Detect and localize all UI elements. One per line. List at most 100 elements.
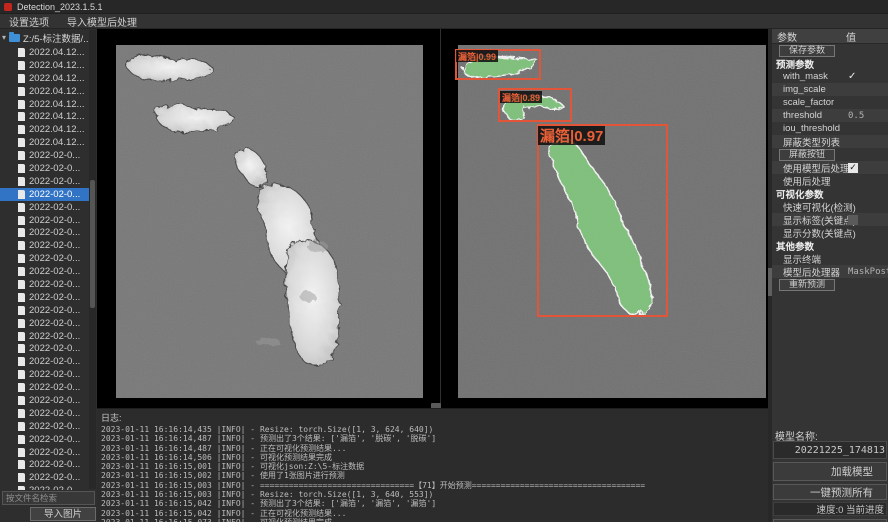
log-panel[interactable]: 日志: 2023-01-11 16:16:14,435 |INFO| - Res… — [97, 408, 768, 522]
tree-item[interactable]: 2022-02-0... — [0, 252, 89, 265]
search-input[interactable] — [2, 491, 95, 505]
file-icon — [18, 435, 25, 444]
window-title: Detection_2023.1.5.1 — [17, 2, 103, 12]
log-lines: 2023-01-11 16:16:14,435 |INFO| - Resize:… — [97, 425, 768, 522]
tree-item[interactable]: 2022-02-0... — [0, 226, 89, 239]
checkbox[interactable] — [848, 215, 858, 225]
tree-item-label: 2022.04.12... — [29, 137, 84, 148]
tree-item[interactable]: 2022.04.12... — [0, 136, 89, 149]
tree-item[interactable]: 2022-02-0... — [0, 433, 89, 446]
param-row[interactable]: 显示标签(关键点) — [772, 213, 888, 226]
param-label: scale_factor — [772, 97, 834, 108]
tree-root-node[interactable]: ▾ Z:/5-标注数据/... — [2, 31, 94, 45]
tree-item[interactable]: 2022-02-0... — [0, 342, 89, 355]
menu-settings[interactable]: 设置选项 — [9, 14, 49, 29]
param-action-button[interactable]: 保存参数 — [779, 45, 835, 57]
tree-item[interactable]: 2022-02-0... — [0, 265, 89, 278]
param-action-button[interactable]: 重新预测 — [779, 279, 835, 291]
tree-item[interactable]: 2022-02-0... — [0, 484, 89, 490]
tree-item[interactable]: 2022-02-0... — [0, 407, 89, 420]
param-value-text: 0.5 — [848, 111, 864, 121]
tree-item[interactable]: 2022-02-0... — [0, 394, 89, 407]
tree-item[interactable]: 2022-02-0... — [0, 330, 89, 343]
tree-item[interactable]: 2022.04.12... — [0, 59, 89, 72]
param-label: 显示分数(关键点) — [772, 226, 856, 240]
param-label: 屏蔽类型列表 — [772, 135, 840, 149]
tree-item-label: 2022-02-0... — [29, 215, 80, 226]
param-label: with_mask — [772, 71, 828, 82]
file-icon — [18, 332, 25, 341]
tree-item[interactable]: 2022.04.12... — [0, 98, 89, 111]
tree-item[interactable]: 2022-02-0... — [0, 471, 89, 484]
tree-item[interactable]: 2022-02-0... — [0, 188, 89, 201]
tree-item[interactable]: 2022-02-0... — [0, 175, 89, 188]
tree-item-label: 2022-02-0... — [29, 343, 80, 354]
tree-item[interactable]: 2022.04.12... — [0, 85, 89, 98]
tree-item-label: 2022.04.12... — [29, 47, 84, 58]
tree-item[interactable]: 2022-02-0... — [0, 201, 89, 214]
file-icon — [18, 138, 25, 147]
import-images-button[interactable]: 导入图片 — [30, 507, 96, 521]
tree-item-label: 2022-02-0... — [29, 266, 80, 277]
tree-item[interactable]: 2022-02-0... — [0, 317, 89, 330]
tree-item[interactable]: 2022-02-0... — [0, 291, 89, 304]
tree-item[interactable]: 2022-02-0... — [0, 459, 89, 472]
param-row[interactable]: scale_factor — [772, 96, 888, 109]
tree-item[interactable]: 2022-02-0... — [0, 381, 89, 394]
load-model-button[interactable]: 加载模型 — [773, 462, 887, 481]
log-line: 2023-01-11 16:16:14,435 |INFO| - Resize:… — [97, 425, 768, 434]
file-icon — [18, 216, 25, 225]
param-value: 0.5 — [848, 111, 888, 121]
param-row[interactable]: threshold0.5 — [772, 109, 888, 122]
param-row[interactable]: 显示分数(关键点) — [772, 226, 888, 239]
tree-item[interactable]: 2022-02-0... — [0, 368, 89, 381]
tree-item[interactable]: 2022-02-0... — [0, 239, 89, 252]
param-row[interactable]: 屏蔽类型列表 — [772, 135, 888, 148]
tree-item[interactable]: 2022.04.12... — [0, 72, 89, 85]
tree-item-label: 2022-02-0... — [29, 382, 80, 393]
log-line: 2023-01-11 16:16:14,506 |INFO| - 可视化预测结果… — [97, 453, 768, 462]
param-section-row: 可视化参数 — [772, 187, 888, 200]
params-rows: 保存参数预测参数with_mask✓img_scalescale_factort… — [772, 44, 888, 291]
file-icon — [18, 280, 25, 289]
tree-item[interactable]: 2022-02-0... — [0, 214, 89, 227]
file-icon — [18, 177, 25, 186]
file-icon — [18, 473, 25, 482]
tree-scrollbar-thumb[interactable] — [90, 180, 95, 308]
param-row[interactable]: with_mask ✓ — [772, 70, 888, 83]
tree-item[interactable]: 2022.04.12... — [0, 110, 89, 123]
log-line: 2023-01-11 16:16:15,042 |INFO| - 正在可视化预测… — [97, 509, 768, 518]
param-row[interactable]: 快速可视化(检测) — [772, 200, 888, 213]
tree-item-label: 2022-02-0... — [29, 447, 80, 458]
param-row: 重新预测 — [772, 278, 888, 291]
param-label: iou_threshold — [772, 123, 840, 134]
original-image-view[interactable] — [116, 45, 423, 398]
expander-arrow-icon[interactable]: ▾ — [2, 34, 6, 42]
tree-item[interactable]: 2022-02-0... — [0, 420, 89, 433]
tree-item[interactable]: 2022-02-0... — [0, 162, 89, 175]
param-row[interactable]: 使用后处理 — [772, 174, 888, 187]
tree-item-label: 2022-02-0... — [29, 240, 80, 251]
tree-item-label: 2022-02-0... — [29, 279, 80, 290]
menu-import-postprocess[interactable]: 导入模型后处理 — [67, 14, 137, 29]
checkbox[interactable]: ✓ — [848, 163, 858, 173]
tree-item[interactable]: 2022-02-0... — [0, 446, 89, 459]
tree-item[interactable]: 2022-02-0... — [0, 278, 89, 291]
file-icon — [18, 228, 25, 237]
param-row[interactable]: img_scale — [772, 83, 888, 96]
model-name-value[interactable]: 20221225_174813 — [773, 441, 887, 459]
tree-item-label: 2022-02-0... — [29, 356, 80, 367]
param-row[interactable]: 显示终端 — [772, 252, 888, 265]
tree-item[interactable]: 2022.04.12... — [0, 46, 89, 59]
tree-item[interactable]: 2022-02-0... — [0, 355, 89, 368]
param-action-button[interactable]: 屏蔽按钮 — [779, 149, 835, 161]
tree-item[interactable]: 2022-02-0... — [0, 304, 89, 317]
check-icon: ✓ — [848, 71, 856, 82]
tree-item-label: 2022-02-0... — [29, 292, 80, 303]
param-row[interactable]: 模型后处理器MaskPostPro — [772, 265, 888, 278]
tree-item[interactable]: 2022.04.12... — [0, 123, 89, 136]
tree-item[interactable]: 2022-02-0... — [0, 149, 89, 162]
param-row[interactable]: 使用模型后处理✓ — [772, 161, 888, 174]
param-row[interactable]: iou_threshold — [772, 122, 888, 135]
predict-all-button[interactable]: 一键预测所有 — [773, 484, 887, 500]
